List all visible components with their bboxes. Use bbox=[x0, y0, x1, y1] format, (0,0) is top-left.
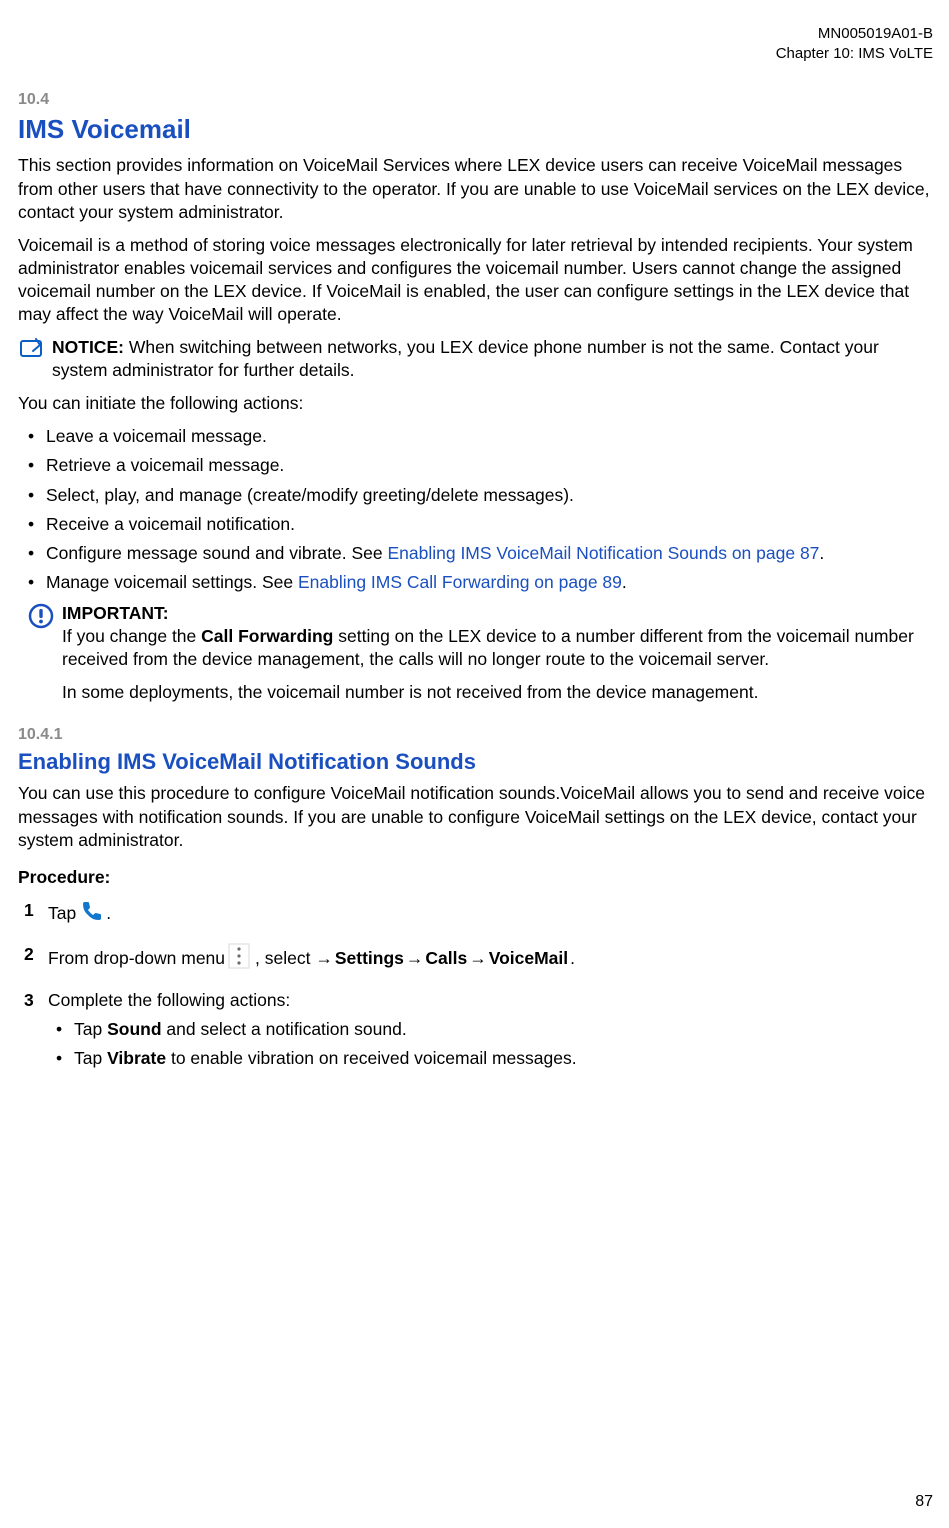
chapter-line: Chapter 10: IMS VoLTE bbox=[18, 44, 933, 64]
arrow: → bbox=[406, 947, 424, 970]
page-number: 87 bbox=[915, 1491, 933, 1512]
action-list: Leave a voicemail message. Retrieve a vo… bbox=[18, 425, 933, 594]
list-item: Select, play, and manage (create/modify … bbox=[18, 484, 933, 507]
list-item-text: Manage voicemail settings. See bbox=[46, 572, 298, 592]
important-label: IMPORTANT: bbox=[62, 602, 933, 625]
important-text: In some deployments, the voicemail numbe… bbox=[62, 681, 933, 704]
text-fragment: to enable vibration on received voicemai… bbox=[166, 1048, 577, 1068]
section-title: Enabling IMS VoiceMail Notification Soun… bbox=[18, 747, 933, 776]
menu-path-item: Settings bbox=[335, 947, 404, 970]
important-icon bbox=[28, 603, 54, 635]
step-item: From drop-down menu , select → Settings … bbox=[18, 943, 933, 975]
bold-term: Sound bbox=[107, 1019, 161, 1039]
list-item: Receive a voicemail notification. bbox=[18, 513, 933, 536]
notice-text: When switching between networks, you LEX… bbox=[52, 337, 879, 380]
paragraph: Voicemail is a method of storing voice m… bbox=[18, 234, 933, 326]
cross-ref-link[interactable]: Enabling IMS VoiceMail Notification Soun… bbox=[387, 543, 819, 563]
phone-icon bbox=[79, 899, 103, 929]
text-fragment: If you change the bbox=[62, 626, 201, 646]
notice-callout: NOTICE: When switching between networks,… bbox=[18, 336, 933, 382]
step-text: Complete the following actions: bbox=[48, 989, 933, 1012]
bold-term: Vibrate bbox=[107, 1048, 166, 1068]
list-item: Tap Sound and select a notification soun… bbox=[48, 1018, 933, 1041]
list-item-text: Configure message sound and vibrate. See bbox=[46, 543, 387, 563]
procedure-steps: Tap . From drop-down menu bbox=[18, 899, 933, 1070]
step-text: , select → bbox=[255, 947, 333, 970]
paragraph: You can initiate the following actions: bbox=[18, 392, 933, 415]
section-title: IMS Voicemail bbox=[18, 112, 933, 146]
menu-path-item: Calls bbox=[425, 947, 467, 970]
kebab-menu-icon bbox=[228, 943, 250, 975]
running-header: MN005019A01-B Chapter 10: IMS VoLTE bbox=[18, 24, 933, 63]
step-text: . bbox=[106, 902, 111, 925]
text-fragment: Tap bbox=[74, 1019, 107, 1039]
step-item: Complete the following actions: Tap Soun… bbox=[18, 989, 933, 1070]
list-item: Leave a voicemail message. bbox=[18, 425, 933, 448]
step-text: From drop-down menu bbox=[48, 947, 225, 970]
list-item: Manage voicemail settings. See Enabling … bbox=[18, 571, 933, 594]
list-item-text: . bbox=[819, 543, 824, 563]
important-callout: IMPORTANT: If you change the Call Forwar… bbox=[28, 602, 933, 704]
bold-term: Call Forwarding bbox=[201, 626, 333, 646]
sub-list: Tap Sound and select a notification soun… bbox=[48, 1018, 933, 1070]
section-number: 10.4.1 bbox=[18, 724, 933, 745]
step-item: Tap . bbox=[18, 899, 933, 929]
step-text: Tap bbox=[48, 902, 76, 925]
arrow: → bbox=[469, 947, 487, 970]
paragraph: This section provides information on Voi… bbox=[18, 154, 933, 223]
procedure-label: Procedure: bbox=[18, 866, 933, 889]
doc-id: MN005019A01-B bbox=[18, 24, 933, 44]
notice-label: NOTICE: bbox=[52, 337, 129, 357]
notice-icon bbox=[18, 337, 46, 367]
menu-path-item: VoiceMail bbox=[489, 947, 568, 970]
important-text: If you change the Call Forwarding settin… bbox=[62, 625, 933, 671]
text-fragment: Tap bbox=[74, 1048, 107, 1068]
list-item-text: . bbox=[622, 572, 627, 592]
text-fragment: and select a notification sound. bbox=[162, 1019, 407, 1039]
list-item: Configure message sound and vibrate. See… bbox=[18, 542, 933, 565]
list-item: Tap Vibrate to enable vibration on recei… bbox=[48, 1047, 933, 1070]
cross-ref-link[interactable]: Enabling IMS Call Forwarding on page 89 bbox=[298, 572, 622, 592]
step-text: . bbox=[570, 947, 575, 970]
section-number: 10.4 bbox=[18, 89, 933, 110]
paragraph: You can use this procedure to configure … bbox=[18, 782, 933, 851]
list-item: Retrieve a voicemail message. bbox=[18, 454, 933, 477]
